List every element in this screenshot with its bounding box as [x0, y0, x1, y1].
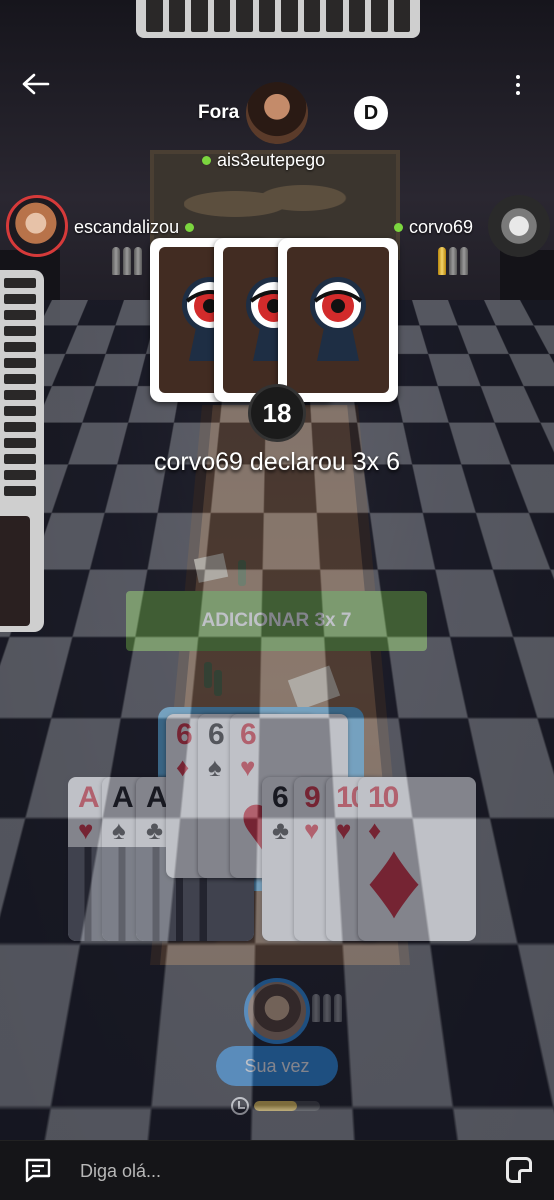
card-suit-icon: ♣: [272, 815, 290, 845]
top-player-card-stack: [136, 0, 420, 38]
declaration-text: corvo69 declarou 3x 6: [154, 448, 400, 476]
back-arrow-icon: [22, 73, 50, 95]
bullet-icon: [334, 994, 342, 1022]
chat-bar: [0, 1140, 554, 1200]
played-card-facedown: [278, 238, 398, 402]
table-bottle: [204, 662, 212, 688]
right-player-bullets: [438, 247, 468, 275]
card-rank: 6: [240, 718, 257, 751]
card-suit-icon: ♠: [208, 752, 222, 782]
add-cards-button[interactable]: ADICIONAR 3x 7: [126, 591, 427, 651]
your-turn-button[interactable]: Sua vez: [216, 1046, 338, 1086]
card-rank: 6: [208, 718, 225, 751]
hand-card[interactable]: 10 ♦ ♦: [358, 777, 476, 941]
table-bottle: [238, 560, 246, 586]
card-suit-icon: ♣: [146, 815, 164, 845]
card-rank: 9: [304, 781, 321, 814]
online-dot: [202, 156, 211, 165]
turn-timer: [254, 1101, 320, 1111]
right-player-avatar[interactable]: [488, 195, 550, 257]
card-rank: 6: [176, 718, 193, 751]
bullet-icon: [134, 247, 142, 275]
top-player-avatar[interactable]: [246, 82, 308, 144]
top-player-status: Fora: [198, 102, 240, 123]
top-player-name: ais3eutepego: [202, 150, 325, 171]
right-player-name: corvo69: [394, 217, 473, 238]
bullet-icon: [312, 994, 320, 1022]
clock-icon: [231, 1097, 249, 1115]
left-player-avatar[interactable]: [6, 195, 68, 257]
more-options-button[interactable]: [506, 70, 530, 100]
bullet-icon: [449, 247, 457, 275]
back-button[interactable]: [20, 68, 52, 100]
pile-count-badge: 18: [248, 384, 306, 442]
card-rank: 6: [272, 781, 289, 814]
left-player-name: escandalizou: [74, 217, 195, 238]
online-dot: [394, 223, 403, 232]
card-suit-icon: ♥: [304, 815, 320, 845]
left-player-bullets: [112, 247, 142, 275]
card-rank: A: [146, 781, 168, 814]
my-avatar[interactable]: [244, 978, 310, 1044]
card-rank: 10: [368, 781, 399, 814]
chat-input[interactable]: [80, 1155, 480, 1187]
bullet-icon: [112, 247, 120, 275]
sticker-icon[interactable]: [506, 1157, 532, 1183]
card-suit-icon: ♠: [112, 815, 126, 845]
bullet-icon: [323, 994, 331, 1022]
card-big-suit-icon: ♦: [366, 818, 423, 941]
card-rank: A: [78, 781, 100, 814]
card-rank: A: [112, 781, 134, 814]
online-dot: [185, 223, 195, 232]
bullet-icon: [438, 247, 446, 275]
dealer-icon: D: [354, 96, 388, 130]
chat-icon[interactable]: [24, 1157, 52, 1183]
bullet-icon: [123, 247, 131, 275]
card-suit-icon: ♥: [336, 815, 352, 845]
card-suit-icon: ♥: [78, 815, 94, 845]
more-vertical-icon: [516, 75, 520, 79]
keyhole-eye-icon: [310, 277, 366, 361]
my-bullets: [312, 994, 342, 1022]
table-bottle: [214, 670, 222, 696]
bullet-icon: [460, 247, 468, 275]
card-suit-icon: ♦: [176, 752, 190, 782]
turn-timer-fill: [254, 1101, 297, 1111]
game-background: [0, 0, 554, 1140]
